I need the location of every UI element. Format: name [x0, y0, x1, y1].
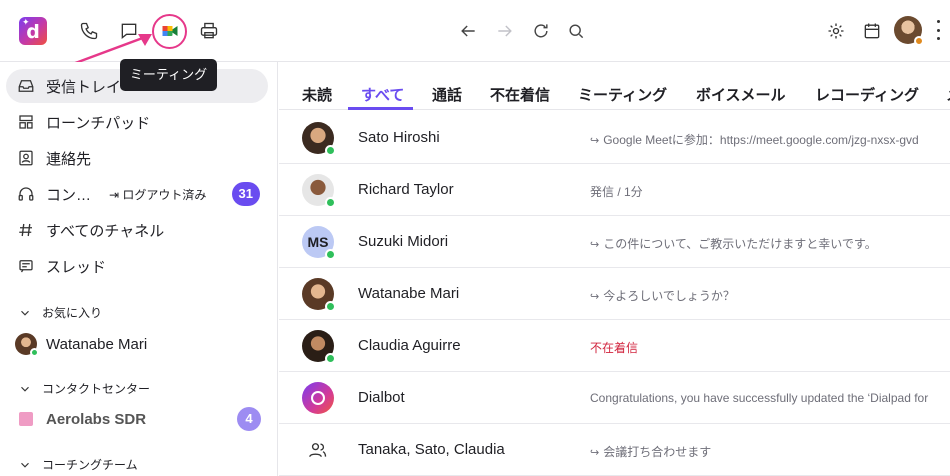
contacts-icon — [6, 149, 46, 167]
threads-icon — [6, 257, 46, 275]
top-bar: ✦ d — [0, 0, 950, 70]
tab-all[interactable]: すべて — [361, 84, 404, 105]
headset-icon — [6, 185, 46, 203]
sidebar-item-launchpad[interactable]: ローンチパッド — [6, 105, 268, 139]
sidebar-item-label: すべてのチャネル — [46, 222, 165, 240]
list-item[interactable]: Sato Hiroshi ↪ Google Meetに参加：https://mee… — [279, 112, 950, 164]
message-preview: ↪ この件について、ご教示いただけますと幸いです。 — [590, 237, 877, 251]
meeting-tooltip: ミーティング — [120, 59, 217, 91]
contact-name: Watanabe Mari — [46, 335, 148, 353]
away-status-dot — [914, 36, 924, 46]
sidebar-item-contacts[interactable]: 連絡先 — [6, 141, 268, 175]
reply-icon: ↪ — [590, 238, 600, 251]
section-label: コーチングチーム — [42, 458, 138, 472]
print-icon[interactable] — [196, 18, 222, 44]
back-arrow-icon[interactable] — [455, 18, 481, 44]
gear-icon[interactable] — [823, 18, 849, 44]
reply-icon: ↪ — [590, 134, 600, 147]
tab-bar: 未読 すべて 通話 不在着信 ミーティング ボイスメール レコーディング メ — [279, 62, 950, 110]
calendar-icon[interactable] — [859, 18, 885, 44]
chevron-down-icon — [21, 462, 29, 468]
list-item[interactable]: Claudia Aguirre 不在着信 — [279, 320, 950, 372]
chevron-down-icon — [21, 310, 29, 316]
tab-calls[interactable]: 通話 — [432, 84, 462, 105]
sidebar-item-all-channels[interactable]: すべてのチャネル — [6, 213, 268, 247]
sidebar-item-contact-center[interactable]: コン… ⇥ ログアウト済み 31 — [6, 177, 268, 211]
message-preview: 発信 / 1分 — [590, 185, 643, 199]
color-square — [19, 412, 33, 426]
tab-voicemail[interactable]: ボイスメール — [696, 84, 786, 105]
contact-center-item[interactable]: Aerolabs SDR 4 — [6, 402, 268, 436]
logout-status: ⇥ ログアウト済み — [109, 187, 207, 202]
reply-icon: ↪ — [590, 290, 600, 303]
contact-name: Claudia Aguirre — [358, 337, 461, 354]
contact-name: Richard Taylor — [358, 181, 454, 198]
sidebar-item-label: ローンチパッド — [46, 114, 151, 132]
unread-badge: 31 — [231, 182, 260, 206]
list-item[interactable]: Dialbot Congratulations, you have succes… — [279, 372, 950, 424]
contact-name: Tanaka, Sato, Claudia — [358, 441, 505, 458]
active-tab-indicator — [348, 107, 413, 110]
group-icon — [302, 434, 334, 466]
logout-icon: ⇥ — [109, 187, 123, 202]
avatar — [302, 174, 336, 208]
contact-center-section[interactable]: コンタクトセンター — [18, 380, 150, 397]
contact-center-name: Aerolabs SDR — [46, 410, 147, 428]
message-preview: ↪ 今よろしいでしょうか？ — [590, 289, 735, 303]
dialbot-avatar — [302, 382, 334, 414]
hash-icon — [6, 221, 46, 239]
tab-more[interactable]: メ — [946, 84, 950, 105]
count-badge: 4 — [237, 407, 261, 431]
more-icon[interactable] — [935, 20, 941, 40]
inbox-icon — [6, 77, 46, 95]
message-preview: Congratulations, you have successfully u… — [590, 391, 929, 405]
avatar — [302, 278, 336, 312]
main-panel: 未読 すべて 通話 不在着信 ミーティング ボイスメール レコーディング メ S… — [279, 62, 950, 476]
contact-name: Dialbot — [358, 389, 405, 406]
contact-name: Suzuki Midori — [358, 233, 449, 250]
launchpad-icon — [6, 113, 46, 131]
sidebar-item-label: 受信トレイ — [46, 78, 122, 96]
chevron-down-icon — [21, 386, 29, 392]
sidebar-item-label: 連絡先 — [46, 150, 92, 168]
avatar — [15, 333, 39, 357]
favorites-section[interactable]: お気に入り — [18, 304, 102, 321]
tab-missed[interactable]: 不在着信 — [490, 84, 550, 105]
avatar — [302, 122, 336, 156]
message-preview: ↪ 会議打ち合わせます — [590, 445, 712, 459]
section-label: お気に入り — [42, 306, 103, 320]
avatar — [302, 330, 336, 364]
list-item[interactable]: Tanaka, Sato, Claudia ↪ 会議打ち合わせます — [279, 424, 950, 476]
contact-name: Sato Hiroshi — [358, 129, 440, 146]
missed-call-label: 不在着信 — [590, 341, 639, 355]
list-item[interactable]: MS Suzuki Midori ↪ この件について、ご教示いただけますと幸いです… — [279, 216, 950, 268]
list-item[interactable]: Richard Taylor 発信 / 1分 — [279, 164, 950, 216]
search-icon[interactable] — [563, 18, 589, 44]
dialpad-logo[interactable]: ✦ d — [19, 17, 47, 45]
reply-icon: ↪ — [590, 446, 600, 459]
message-preview: ↪ Google Meetに参加：https://meet.google.com/… — [590, 133, 919, 147]
sparkle-icon: ✦ — [22, 18, 30, 28]
sidebar-item-threads[interactable]: スレッド — [6, 249, 268, 283]
sidebar: 受信トレイ ローンチパッド 連絡先 コン… ⇥ ログアウト済み 31 すべてのチ… — [0, 62, 278, 476]
favorite-contact[interactable]: Watanabe Mari — [6, 327, 268, 361]
tab-unread[interactable]: 未読 — [302, 84, 332, 105]
tab-recordings[interactable]: レコーディング — [815, 84, 919, 105]
user-avatar[interactable] — [894, 16, 924, 46]
forward-arrow-icon[interactable] — [492, 18, 518, 44]
tab-meetings[interactable]: ミーティング — [578, 84, 667, 105]
list-item[interactable]: Watanabe Mari ↪ 今よろしいでしょうか？ — [279, 268, 950, 320]
coaching-section[interactable]: コーチングチーム — [18, 456, 138, 473]
sidebar-item-label: スレッド — [46, 258, 107, 276]
avatar: MS — [302, 226, 336, 260]
section-label: コンタクトセンター — [42, 382, 151, 396]
contact-name: Watanabe Mari — [358, 285, 460, 302]
refresh-icon[interactable] — [528, 18, 554, 44]
sidebar-item-label: コン… — [46, 186, 92, 204]
